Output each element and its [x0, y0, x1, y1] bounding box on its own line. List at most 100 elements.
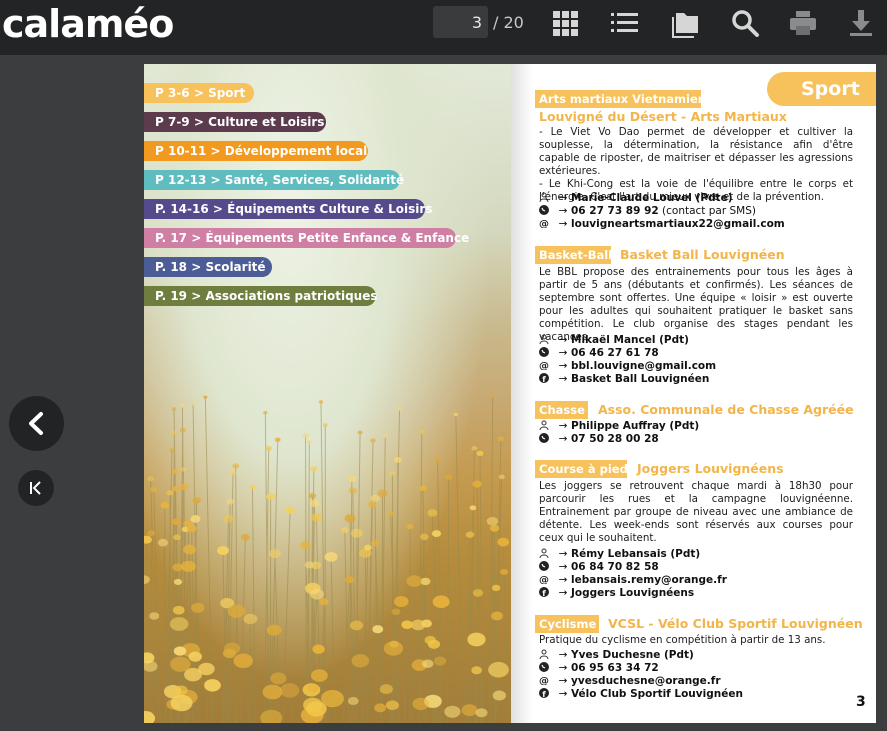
- person-icon: [539, 334, 549, 344]
- chevron-left-icon: [29, 412, 43, 435]
- contact-note: (contact par SMS): [658, 205, 756, 217]
- page-number: 3: [856, 694, 866, 710]
- print-icon[interactable]: [788, 8, 818, 38]
- phone-icon: [539, 347, 549, 357]
- flower-field-image: [144, 394, 510, 723]
- phone-icon: [539, 561, 549, 571]
- arrow-icon: →: [558, 218, 568, 230]
- index-link-7[interactable]: P. 19 > Associations patriotiques: [144, 286, 378, 306]
- contact-value: Joggers Louvignéens: [571, 587, 695, 599]
- arrow-icon: →: [558, 373, 568, 385]
- download-icon[interactable]: [846, 8, 876, 38]
- arrow-icon: →: [558, 205, 568, 217]
- index-link-0[interactable]: P 3-6 > Sport: [144, 83, 254, 103]
- club-description: - Le Viet Vo Dao permet de développer et…: [539, 126, 853, 177]
- phone-icon: [539, 662, 549, 672]
- contact-value: Mikaël Mancel (Pdt): [571, 334, 689, 346]
- phone-icon: [539, 205, 549, 215]
- contact-row[interactable]: @ → lebansais.remy@orange.fr: [539, 574, 727, 587]
- left-page: P 3-6 > Sport P 7-9 > Culture et Loisirs P…: [144, 64, 511, 723]
- club-name: VCSL - Vélo Club Sportif Louvignéen: [608, 616, 863, 631]
- contact-row: → 07 50 28 00 28: [539, 433, 659, 446]
- club-description: Pratique du cyclisme en compétition à pa…: [539, 634, 826, 646]
- contact-value: 06 46 27 61 78: [571, 347, 659, 359]
- person-icon: [539, 192, 549, 202]
- contact-row: → Philippe Auffray (Pdt): [539, 420, 699, 433]
- arrow-icon: →: [558, 548, 568, 560]
- svg-text:@: @: [539, 575, 549, 584]
- index-link-5[interactable]: P. 17 > Équipements Petite Enfance & Enf…: [144, 228, 469, 248]
- arrow-icon: →: [558, 347, 568, 359]
- contact-row: → 06 27 73 89 92 (contact par SMS): [539, 205, 756, 218]
- first-page-button[interactable]: [18, 470, 54, 506]
- search-icon[interactable]: [730, 8, 760, 38]
- club-name: Louvigné du Désert - Arts Martiaux: [539, 109, 787, 124]
- index-link-1[interactable]: P 7-9 > Culture et Loisirs: [144, 112, 326, 132]
- contact-row[interactable]: @ → yvesduchesne@orange.fr: [539, 675, 721, 688]
- index-link-3[interactable]: P 12-13 > Santé, Services, Solidarité: [144, 170, 404, 190]
- svg-text:@: @: [539, 219, 549, 228]
- category-label: Chasse: [535, 401, 588, 419]
- contact-value: Vélo Club Sportif Louvignéen: [571, 688, 743, 700]
- arrow-icon: →: [558, 675, 568, 687]
- contact-row: f → Vélo Club Sportif Louvignéen: [539, 688, 743, 701]
- at-icon: @: [539, 575, 549, 584]
- club-description: Le BBL propose des entrainements pour to…: [539, 266, 853, 343]
- svg-text:f: f: [542, 375, 546, 383]
- top-toolbar: calaméo 3 / 20: [0, 0, 887, 55]
- person-icon: [539, 420, 549, 430]
- calameo-logo[interactable]: calaméo: [2, 2, 174, 46]
- club-description: Les joggers se retrouvent chaque mardi à…: [539, 480, 853, 544]
- contact-row: → 06 95 63 34 72: [539, 662, 659, 675]
- arrow-icon: →: [558, 649, 568, 661]
- contact-value: louvigneartsmartiaux22@gmail.com: [571, 218, 785, 230]
- page-spine-shadow: [511, 64, 533, 723]
- svg-text:f: f: [542, 690, 546, 698]
- page-number-input[interactable]: 3: [433, 6, 488, 38]
- index-link-6[interactable]: P. 18 > Scolarité: [144, 257, 272, 277]
- contact-row: → Rémy Lebansais (Pdt): [539, 548, 700, 561]
- at-icon: @: [539, 361, 549, 370]
- contact-row: f → Basket Ball Louvignéen: [539, 373, 709, 386]
- arrow-icon: →: [558, 360, 568, 372]
- contact-row: → 06 84 70 82 58: [539, 561, 659, 574]
- facebook-icon: f: [539, 587, 549, 597]
- contact-value: 06 27 73 89 92: [571, 205, 659, 217]
- list-view-icon[interactable]: [610, 8, 640, 38]
- category-label: Arts martiaux Vietnamiens: [535, 90, 713, 108]
- right-page: Sport Arts martiaux Vietnamiens Louvigné …: [511, 64, 876, 723]
- contact-value: Basket Ball Louvignéen: [571, 373, 710, 385]
- arrow-icon: →: [558, 587, 568, 599]
- contact-row: f → Joggers Louvignéens: [539, 587, 694, 600]
- page-total-label: / 20: [493, 13, 524, 32]
- index-link-4[interactable]: P. 14-16 > Équipements Culture & Loisirs: [144, 199, 432, 219]
- arrow-icon: →: [558, 662, 568, 674]
- contact-value: Philippe Auffray (Pdt): [571, 420, 700, 432]
- at-icon: @: [539, 219, 549, 228]
- person-icon: [539, 649, 549, 659]
- club-name: Asso. Communale de Chasse Agréée: [598, 402, 854, 417]
- category-label: Cyclisme: [535, 615, 599, 633]
- folder-icon[interactable]: [670, 8, 700, 38]
- club-name: Basket Ball Louvignéen: [620, 247, 785, 262]
- index-link-2[interactable]: P 10-11 > Développement local: [144, 141, 368, 161]
- contact-row[interactable]: @ → bbl.louvigne@gmail.com: [539, 360, 716, 373]
- club-name: Joggers Louvignéens: [637, 461, 784, 476]
- svg-text:f: f: [542, 589, 546, 597]
- first-page-icon: [30, 481, 41, 495]
- contact-value: bbl.louvigne@gmail.com: [571, 360, 717, 372]
- svg-text:@: @: [539, 361, 549, 370]
- arrow-icon: →: [558, 433, 568, 445]
- contact-row: → Yves Duchesne (Pdt): [539, 649, 694, 662]
- contact-value: lebansais.remy@orange.fr: [571, 574, 727, 586]
- contact-value: Marie-Claude Louvel (Pdte): [571, 192, 733, 204]
- grid-view-icon[interactable]: [551, 8, 581, 38]
- category-label: Basket-Ball: [535, 246, 612, 264]
- previous-page-button[interactable]: [9, 396, 64, 451]
- arrow-icon: →: [558, 334, 568, 346]
- phone-icon: [539, 433, 549, 443]
- contact-row[interactable]: @ → louvigneartsmartiaux22@gmail.com: [539, 218, 785, 231]
- facebook-icon: f: [539, 373, 549, 383]
- arrow-icon: →: [558, 574, 568, 586]
- arrow-icon: →: [558, 420, 568, 432]
